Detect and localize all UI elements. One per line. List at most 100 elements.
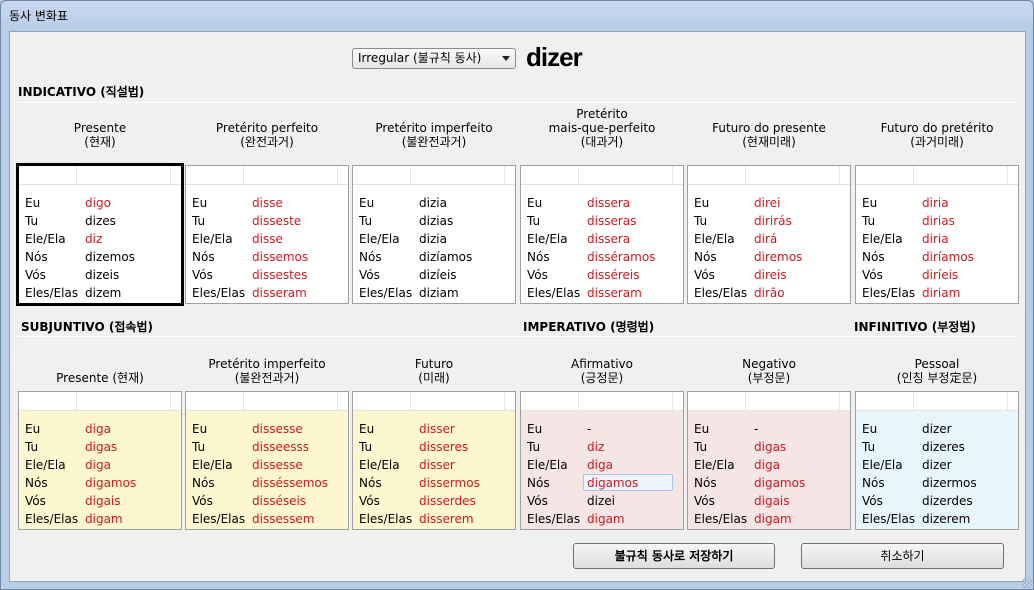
table-row[interactable]: Vós diríeis bbox=[856, 266, 1018, 284]
table-row[interactable]: Eu dizer bbox=[856, 420, 1018, 438]
table-row[interactable]: Eles/Elas diriam bbox=[856, 284, 1018, 302]
column-title: Futuro do presente (현재미래) bbox=[687, 105, 851, 149]
verb-form: dissera bbox=[587, 232, 631, 246]
table-row[interactable]: Vós disséseis bbox=[186, 492, 348, 510]
table-row[interactable]: Eles/Elas disserem bbox=[353, 510, 515, 528]
table-row[interactable]: Ele/Ela diga bbox=[688, 456, 850, 474]
table-row[interactable]: Ele/Ela diz bbox=[19, 230, 181, 248]
conjugation-table[interactable]: Eu digo Tu dizes Ele/Ela diz Nós dizemos Vós dize… bbox=[16, 163, 184, 306]
table-row[interactable]: Tu dizias bbox=[353, 212, 515, 230]
conjugation-table[interactable]: Eu disser Tu disseres Ele/Ela disser Nós disser… bbox=[352, 391, 516, 530]
conjugation-table[interactable]: Eu diria Tu dirias Ele/Ela diria Nós diríamos Vó… bbox=[855, 165, 1019, 304]
table-row[interactable]: Nós diremos bbox=[688, 248, 850, 266]
table-row[interactable]: Tu dirias bbox=[856, 212, 1018, 230]
conjugation-table[interactable]: Eu disse Tu disseste Ele/Ela disse Nós dissemos… bbox=[185, 165, 349, 304]
table-row[interactable]: Vós dissestes bbox=[186, 266, 348, 284]
table-row[interactable]: Eu diga bbox=[19, 420, 181, 438]
table-row[interactable]: Eles/Elas disseram bbox=[521, 284, 683, 302]
table-row[interactable]: Tu diz bbox=[521, 438, 683, 456]
conjugation-table[interactable]: Eu dissesse Tu disseesss Ele/Ela dissesse Nós d… bbox=[185, 391, 349, 530]
conjugation-table[interactable]: Eu direi Tu dirirás Ele/Ela dirá Nós diremos Vós… bbox=[687, 165, 851, 304]
table-row[interactable]: Vós dizeis bbox=[19, 266, 181, 284]
verb-form: dirirás bbox=[754, 214, 792, 228]
save-as-irregular-button[interactable]: 불규칙 동사로 저장하기 bbox=[573, 543, 775, 569]
person-label: Nós bbox=[192, 476, 215, 490]
table-row[interactable]: Nós digamos bbox=[19, 474, 181, 492]
table-row[interactable]: Nós dissemos bbox=[186, 248, 348, 266]
verb-form: diz bbox=[587, 440, 605, 454]
table-row[interactable]: Ele/Ela dizia bbox=[353, 230, 515, 248]
table-row[interactable]: Eu - bbox=[521, 420, 683, 438]
table-row[interactable]: Eu dissera bbox=[521, 194, 683, 212]
table-row[interactable]: Ele/Ela dissera bbox=[521, 230, 683, 248]
person-label: Eu bbox=[359, 422, 375, 436]
conjugation-table[interactable]: Eu diga Tu digas Ele/Ela diga Nós digamos Vós dig… bbox=[18, 391, 182, 530]
table-row[interactable]: Tu disseres bbox=[353, 438, 515, 456]
table-row[interactable]: Nós digamos bbox=[521, 474, 683, 492]
table-row[interactable]: Ele/Ela dissesse bbox=[186, 456, 348, 474]
table-row[interactable]: Eles/Elas dirão bbox=[688, 284, 850, 302]
cancel-button[interactable]: 취소하기 bbox=[801, 543, 1004, 569]
conjugation-table[interactable]: Eu dissera Tu disseras Ele/Ela dissera Nós diss… bbox=[520, 165, 684, 304]
table-row[interactable]: Eu diria bbox=[856, 194, 1018, 212]
table-row[interactable]: Tu dizes bbox=[19, 212, 181, 230]
person-label: Vós bbox=[25, 494, 46, 508]
table-row[interactable]: Eu - bbox=[688, 420, 850, 438]
conjugation-table[interactable]: Eu dizer Tu dizeres Ele/Ela dizer Nós dizermos V… bbox=[855, 391, 1019, 530]
table-row[interactable]: Nós disséssemos bbox=[186, 474, 348, 492]
table-row[interactable]: Ele/Ela dizer bbox=[856, 456, 1018, 474]
table-row[interactable]: Ele/Ela diga bbox=[19, 456, 181, 474]
table-row[interactable]: Eu dizia bbox=[353, 194, 515, 212]
resize-grip[interactable] bbox=[1022, 578, 1032, 588]
table-row[interactable]: Vós direis bbox=[688, 266, 850, 284]
table-row[interactable]: Eu direi bbox=[688, 194, 850, 212]
table-row[interactable]: Vós disséreis bbox=[521, 266, 683, 284]
conjugation-table[interactable]: Eu dizia Tu dizias Ele/Ela dizia Nós dizíamos Vó… bbox=[352, 165, 516, 304]
table-row[interactable]: Vós dizíeis bbox=[353, 266, 515, 284]
table-row[interactable]: Vós digais bbox=[688, 492, 850, 510]
table-row[interactable]: Tu disseste bbox=[186, 212, 348, 230]
table-row[interactable]: Vós disserdes bbox=[353, 492, 515, 510]
table-row[interactable]: Eles/Elas diziam bbox=[353, 284, 515, 302]
conjugation-table[interactable]: Eu - Tu digas Ele/Ela diga Nós digamos Vós digais… bbox=[687, 391, 851, 530]
table-row[interactable]: Ele/Ela diga bbox=[521, 456, 683, 474]
column-title-line: (불완전과거) bbox=[234, 371, 300, 385]
table-row[interactable]: Ele/Ela diria bbox=[856, 230, 1018, 248]
table-row[interactable]: Eu disser bbox=[353, 420, 515, 438]
table-row[interactable]: Vós dizei bbox=[521, 492, 683, 510]
table-row[interactable]: Tu disseesss bbox=[186, 438, 348, 456]
person-label: Eles/Elas bbox=[527, 512, 581, 526]
table-row[interactable]: Ele/Ela disser bbox=[353, 456, 515, 474]
table-row[interactable]: Ele/Ela dirá bbox=[688, 230, 850, 248]
table-row[interactable]: Eles/Elas digam bbox=[688, 510, 850, 528]
conjugation-table[interactable]: Eu - Tu diz Ele/Ela diga Nós digamos Vós dizei Ele… bbox=[520, 391, 684, 530]
table-row[interactable]: Eu digo bbox=[19, 194, 181, 212]
table-row[interactable]: Nós digamos bbox=[688, 474, 850, 492]
table-row[interactable]: Eles/Elas disseram bbox=[186, 284, 348, 302]
table-row[interactable]: Tu dirirás bbox=[688, 212, 850, 230]
table-row[interactable]: Vós digais bbox=[19, 492, 181, 510]
table-row[interactable]: Nós dissermos bbox=[353, 474, 515, 492]
table-row[interactable]: Eles/Elas dissessem bbox=[186, 510, 348, 528]
table-row[interactable]: Ele/Ela disse bbox=[186, 230, 348, 248]
table-row[interactable]: Tu disseras bbox=[521, 212, 683, 230]
table-row[interactable]: Eles/Elas dizerem bbox=[856, 510, 1018, 528]
table-row[interactable]: Eles/Elas digam bbox=[521, 510, 683, 528]
verb-type-select[interactable]: Irregular (불규칙 동사) bbox=[352, 48, 516, 69]
table-row[interactable]: Nós dizemos bbox=[19, 248, 181, 266]
table-row[interactable]: Nós disséramos bbox=[521, 248, 683, 266]
table-row[interactable]: Eles/Elas digam bbox=[19, 510, 181, 528]
table-row[interactable]: Tu digas bbox=[688, 438, 850, 456]
table-row[interactable]: Nós dizermos bbox=[856, 474, 1018, 492]
table-row[interactable]: Tu digas bbox=[19, 438, 181, 456]
table-row[interactable]: Eu dissesse bbox=[186, 420, 348, 438]
table-row[interactable]: Tu dizeres bbox=[856, 438, 1018, 456]
table-row[interactable]: Vós dizerdes bbox=[856, 492, 1018, 510]
table-row[interactable]: Nós diríamos bbox=[856, 248, 1018, 266]
column-title-line: (불완전과거) bbox=[401, 135, 467, 149]
table-row[interactable]: Eu disse bbox=[186, 194, 348, 212]
table-row[interactable]: Nós dizíamos bbox=[353, 248, 515, 266]
table-row[interactable]: Eles/Elas dizem bbox=[19, 284, 181, 302]
client-area: Irregular (불규칙 동사) dizer INDICATIVO (직설법… bbox=[9, 31, 1026, 582]
person-label: Ele/Ela bbox=[862, 458, 903, 472]
